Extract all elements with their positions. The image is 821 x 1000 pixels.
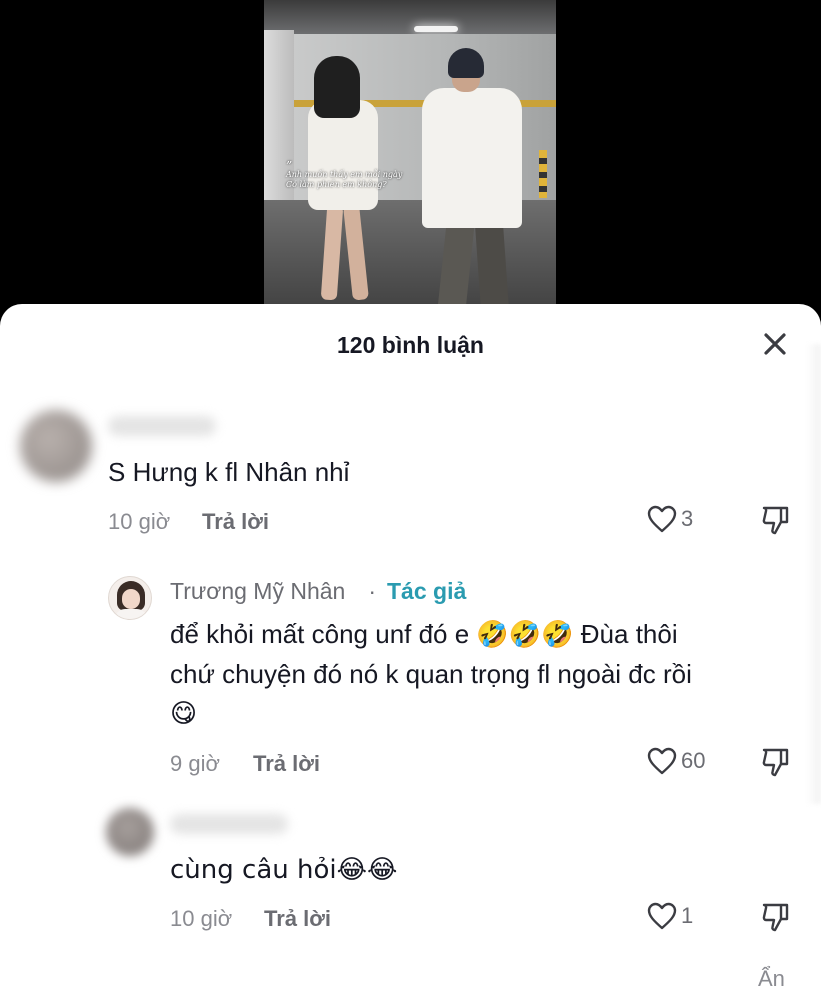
sheet-edge-blur xyxy=(806,344,821,804)
like-button[interactable]: 60 xyxy=(646,746,705,776)
reply-button[interactable]: Trả lời xyxy=(202,509,269,535)
comment-text-line: 😋 xyxy=(170,699,198,729)
comment-time: 9 giờ xyxy=(170,751,220,776)
video-caption-line2: Có làm phiền em không? xyxy=(286,180,387,189)
like-count: 60 xyxy=(681,748,706,773)
comments-count-title: 120 bình luận xyxy=(337,332,484,358)
video-girl-hair xyxy=(314,56,360,118)
video-ceiling-light xyxy=(414,26,458,32)
like-button[interactable]: 3 xyxy=(646,504,693,534)
avatar[interactable] xyxy=(20,410,92,482)
blurred-username xyxy=(108,416,216,436)
like-button[interactable]: 1 xyxy=(646,901,693,931)
comment-author-name[interactable]: Trương Mỹ Nhân xyxy=(170,578,345,605)
dislike-button[interactable] xyxy=(760,746,790,778)
thumbs-down-icon xyxy=(762,748,789,777)
comment-text: S Hưng k fl Nhân nhỉ xyxy=(108,457,350,487)
thumbs-down-icon xyxy=(762,903,789,932)
heart-icon xyxy=(647,505,677,533)
like-count: 3 xyxy=(681,506,694,531)
comment-text-line: chứ chuyện đó nó k quan trọng fl ngoài đ… xyxy=(170,659,692,689)
avatar[interactable] xyxy=(106,808,154,856)
blurred-username xyxy=(170,814,288,834)
video-player[interactable]: ” Anh muốn thấy em mỗi ngày Có làm phiền… xyxy=(0,0,821,320)
reply-button[interactable]: Trả lời xyxy=(253,751,320,777)
close-icon xyxy=(764,333,786,355)
thumbs-down-icon xyxy=(762,506,789,535)
comment-time: 10 giờ xyxy=(170,906,233,931)
author-avatar[interactable] xyxy=(108,576,152,620)
comments-sheet: 120 bình luận S Hưng k fl Nhân nhỉ 10 gi… xyxy=(0,304,821,1000)
author-badge: Tác giả xyxy=(387,578,467,604)
video-pillar xyxy=(264,30,294,220)
video-caption-quote: ” xyxy=(286,159,293,173)
video-boy-cap xyxy=(448,48,484,78)
avatar-shoulders xyxy=(115,609,147,619)
video-caption: ” Anh muốn thấy em mỗi ngày Có làm phiền… xyxy=(286,159,416,190)
heart-icon xyxy=(647,747,677,775)
video-boy-body xyxy=(422,88,522,228)
reply-button[interactable]: Trả lời xyxy=(264,906,331,932)
video-barrier-post xyxy=(539,150,547,198)
comment-time: 10 giờ xyxy=(108,509,171,534)
avatar-face xyxy=(122,589,140,609)
name-separator: · xyxy=(362,578,383,604)
dislike-button[interactable] xyxy=(760,504,790,536)
video-ceiling xyxy=(264,0,556,34)
video-caption-line1: Anh muốn thấy em mỗi ngày xyxy=(286,170,403,179)
video-frame[interactable]: ” Anh muốn thấy em mỗi ngày Có làm phiền… xyxy=(264,0,556,320)
hide-replies-link[interactable]: Ẩn xyxy=(758,966,785,992)
dislike-button[interactable] xyxy=(760,901,790,933)
close-button[interactable] xyxy=(757,326,793,362)
comment-text: cùng câu hỏi😂😂 xyxy=(170,855,398,885)
heart-icon xyxy=(647,902,677,930)
comment-text-line: để khỏi mất công unf đó e 🤣🤣🤣 Đùa thôi xyxy=(170,619,678,649)
like-count: 1 xyxy=(681,903,694,928)
